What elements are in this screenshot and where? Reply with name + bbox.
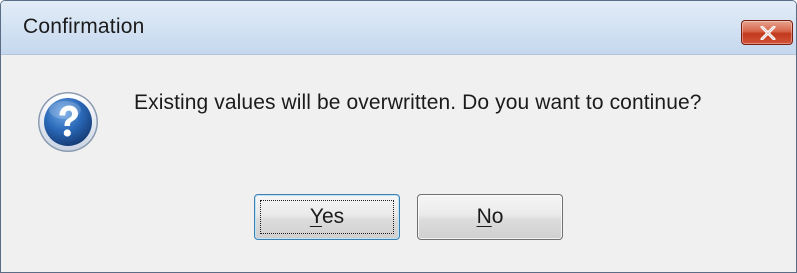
dialog-body: [1, 55, 796, 272]
yes-label: es: [321, 205, 345, 228]
close-icon: [760, 26, 776, 40]
close-button[interactable]: [741, 20, 793, 45]
no-label: o: [491, 205, 504, 228]
window-title: Confirmation: [23, 15, 145, 38]
no-mnemonic: N: [476, 205, 492, 228]
confirmation-message: Existing values will be overwritten. Do …: [134, 91, 702, 114]
yes-mnemonic: Y: [309, 205, 322, 228]
question-icon: [38, 92, 98, 152]
confirmation-dialog: Confirmation Existing values will be ove…: [0, 0, 797, 273]
no-button[interactable]: No: [417, 194, 563, 240]
title-bar[interactable]: Confirmation: [1, 1, 796, 55]
yes-button[interactable]: Yes: [254, 194, 400, 240]
